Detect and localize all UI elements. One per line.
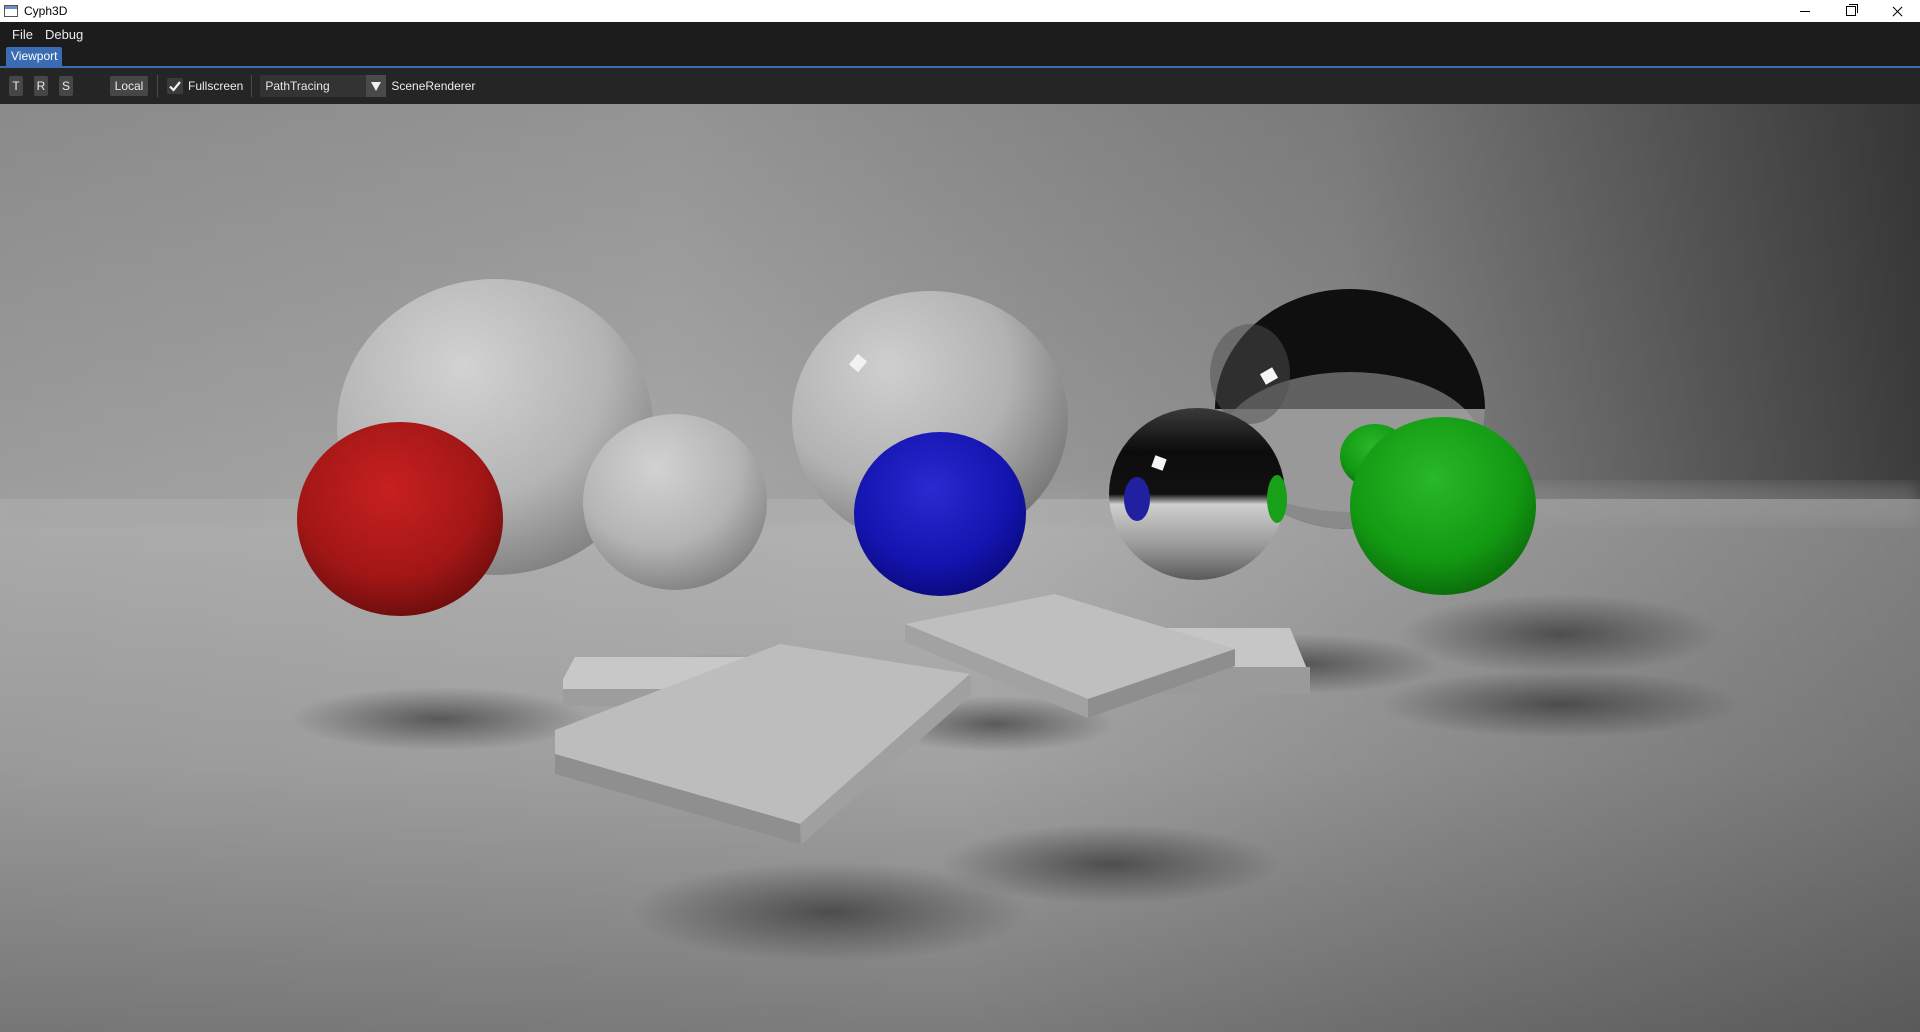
rotate-gizmo-button[interactable]: R <box>34 76 48 96</box>
renderer-select[interactable]: PathTracing <box>260 75 387 97</box>
minimize-button[interactable] <box>1782 0 1828 22</box>
blue-sphere <box>854 432 1026 596</box>
menu-bar: File Debug <box>0 22 1920 46</box>
restore-icon <box>1846 4 1858 16</box>
app-icon <box>4 5 18 17</box>
white-small-sphere <box>583 414 767 590</box>
green-sphere <box>1350 417 1536 595</box>
toolbar-separator <box>157 75 158 97</box>
shadow <box>290 687 590 751</box>
toolbar-separator <box>251 75 253 97</box>
restore-button[interactable] <box>1828 0 1874 22</box>
scale-gizmo-button[interactable]: S <box>59 76 73 96</box>
menu-file[interactable]: File <box>6 27 39 42</box>
renderer-label: SceneRenderer <box>391 79 476 93</box>
menu-debug[interactable]: Debug <box>39 27 89 42</box>
checkmark-icon <box>169 81 181 92</box>
gizmo-space-button[interactable]: Local <box>110 76 148 96</box>
renderer-select-value: PathTracing <box>265 79 330 93</box>
tab-viewport[interactable]: Viewport <box>6 47 63 66</box>
close-icon <box>1892 6 1903 17</box>
minimize-icon <box>1800 10 1810 12</box>
fullscreen-label: Fullscreen <box>188 79 244 93</box>
window-title-bar: Cyph3D <box>0 0 1920 22</box>
window-title: Cyph3D <box>24 4 68 18</box>
fullscreen-checkbox[interactable] <box>167 78 183 94</box>
window-controls <box>1782 0 1920 22</box>
chevron-down-icon[interactable] <box>366 75 387 97</box>
path-traced-scene <box>0 104 1920 1032</box>
red-sphere <box>297 422 503 616</box>
tab-bar: Viewport <box>0 46 1920 68</box>
close-button[interactable] <box>1874 0 1920 22</box>
translate-gizmo-button[interactable]: T <box>9 76 23 96</box>
viewport-toolbar: T R S Local Fullscreen PathTracing Scene… <box>0 68 1920 104</box>
viewport-render[interactable] <box>0 104 1920 1032</box>
